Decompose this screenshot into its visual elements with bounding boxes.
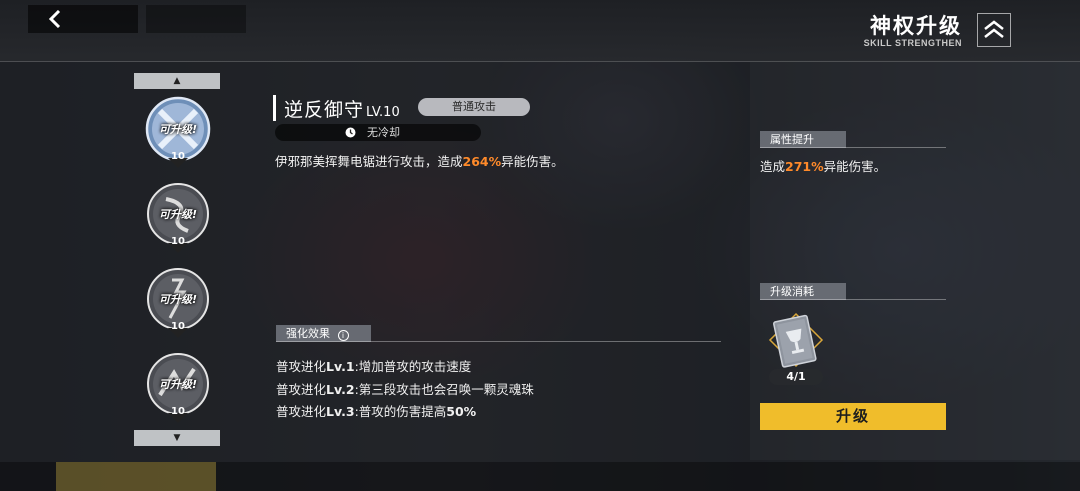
skill-node-4[interactable]: 可升级! 10 bbox=[142, 351, 214, 433]
upgradable-label: 可升级! bbox=[158, 208, 198, 221]
attribute-divider bbox=[760, 147, 946, 148]
cost-count: 4/1 bbox=[769, 369, 823, 385]
enhance-list: 普攻进化Lv.1:增加普攻的攻击速度 普攻进化Lv.2:第三段攻击也会召唤一颗灵… bbox=[276, 356, 534, 424]
upgradable-label: 可升级! bbox=[158, 123, 198, 136]
skill-title: 逆反御守 LV.10 bbox=[273, 95, 400, 121]
enhance-item-2: 普攻进化Lv.2:第三段攻击也会召唤一颗灵魂珠 bbox=[276, 381, 534, 397]
skill-icon-selected bbox=[145, 96, 211, 168]
top-bar-placeholder bbox=[146, 5, 246, 33]
upgrade-button[interactable]: 升级 bbox=[760, 403, 946, 430]
chevron-left-icon bbox=[48, 9, 61, 29]
skill-node-2[interactable]: 可升级! 10 bbox=[142, 181, 214, 263]
attribute-text: 造成271%异能伤害。 bbox=[760, 156, 886, 175]
desc-text: 伊邪那美挥舞电锯进行攻击，造成 bbox=[275, 154, 463, 169]
attribute-text-pre: 造成 bbox=[760, 159, 786, 174]
skill-type-tag: 普通攻击 bbox=[418, 98, 530, 116]
back-button[interactable] bbox=[28, 5, 138, 33]
skill-description: 伊邪那美挥舞电锯进行攻击，造成264%异能伤害。 bbox=[275, 151, 564, 170]
skill-level-badge: 10 bbox=[171, 321, 185, 332]
double-chevron-up-icon bbox=[984, 20, 1004, 38]
skill-level: LV.10 bbox=[366, 105, 400, 120]
scroll-down-button[interactable]: ▼ bbox=[134, 430, 220, 446]
page-subtitle: SKILL STRENGTHEN bbox=[863, 38, 962, 48]
skill-icon bbox=[147, 353, 209, 423]
rank-button[interactable] bbox=[977, 13, 1011, 47]
enhance-item-3: 普攻进化Lv.3:普攻的伤害提高50% bbox=[276, 404, 477, 419]
skill-level-badge: 10 bbox=[171, 151, 185, 162]
enhance-heading[interactable]: 强化效果 i bbox=[276, 325, 371, 342]
skill-level-badge: 10 bbox=[171, 406, 185, 417]
scroll-up-button[interactable]: ▲ bbox=[134, 73, 220, 89]
desc-damage-value: 264% bbox=[462, 154, 502, 169]
triangle-up-icon: ▲ bbox=[173, 76, 181, 86]
cost-heading: 升级消耗 bbox=[760, 283, 846, 300]
skill-node-3[interactable]: 可升级! 10 bbox=[142, 266, 214, 348]
top-bar-divider bbox=[0, 61, 1080, 62]
skill-node-1[interactable]: 可升级! 10 bbox=[142, 96, 214, 178]
attribute-heading: 属性提升 bbox=[760, 131, 846, 148]
page-title: 神权升级 bbox=[870, 14, 962, 38]
attribute-value: 271% bbox=[785, 159, 824, 174]
skill-icon bbox=[147, 183, 209, 253]
cooldown-bar: 无冷却 bbox=[275, 124, 481, 141]
skill-icon bbox=[147, 268, 209, 338]
enhance-heading-text: 强化效果 bbox=[286, 327, 330, 340]
info-circle-icon: i bbox=[337, 330, 349, 341]
cost-divider bbox=[760, 299, 946, 300]
enhance-divider bbox=[276, 341, 721, 342]
page-title-group: 神权升级 bbox=[870, 10, 962, 40]
triangle-down-icon: ▼ bbox=[173, 433, 181, 443]
skill-book-icon bbox=[768, 312, 824, 368]
enhance-item-1: 普攻进化Lv.1:增加普攻的攻击速度 bbox=[276, 359, 472, 374]
desc-text-end: 异能伤害。 bbox=[501, 154, 564, 169]
background-bottom-tabs bbox=[0, 462, 1080, 491]
upgradable-label: 可升级! bbox=[158, 378, 198, 391]
skill-level-badge: 10 bbox=[171, 236, 185, 247]
upgradable-label: 可升级! bbox=[158, 293, 198, 306]
cooldown-text: 无冷却 bbox=[367, 126, 400, 139]
clock-icon bbox=[345, 127, 356, 138]
attribute-text-post: 异能伤害。 bbox=[823, 159, 887, 174]
skill-name: 逆反御守 bbox=[284, 99, 365, 121]
